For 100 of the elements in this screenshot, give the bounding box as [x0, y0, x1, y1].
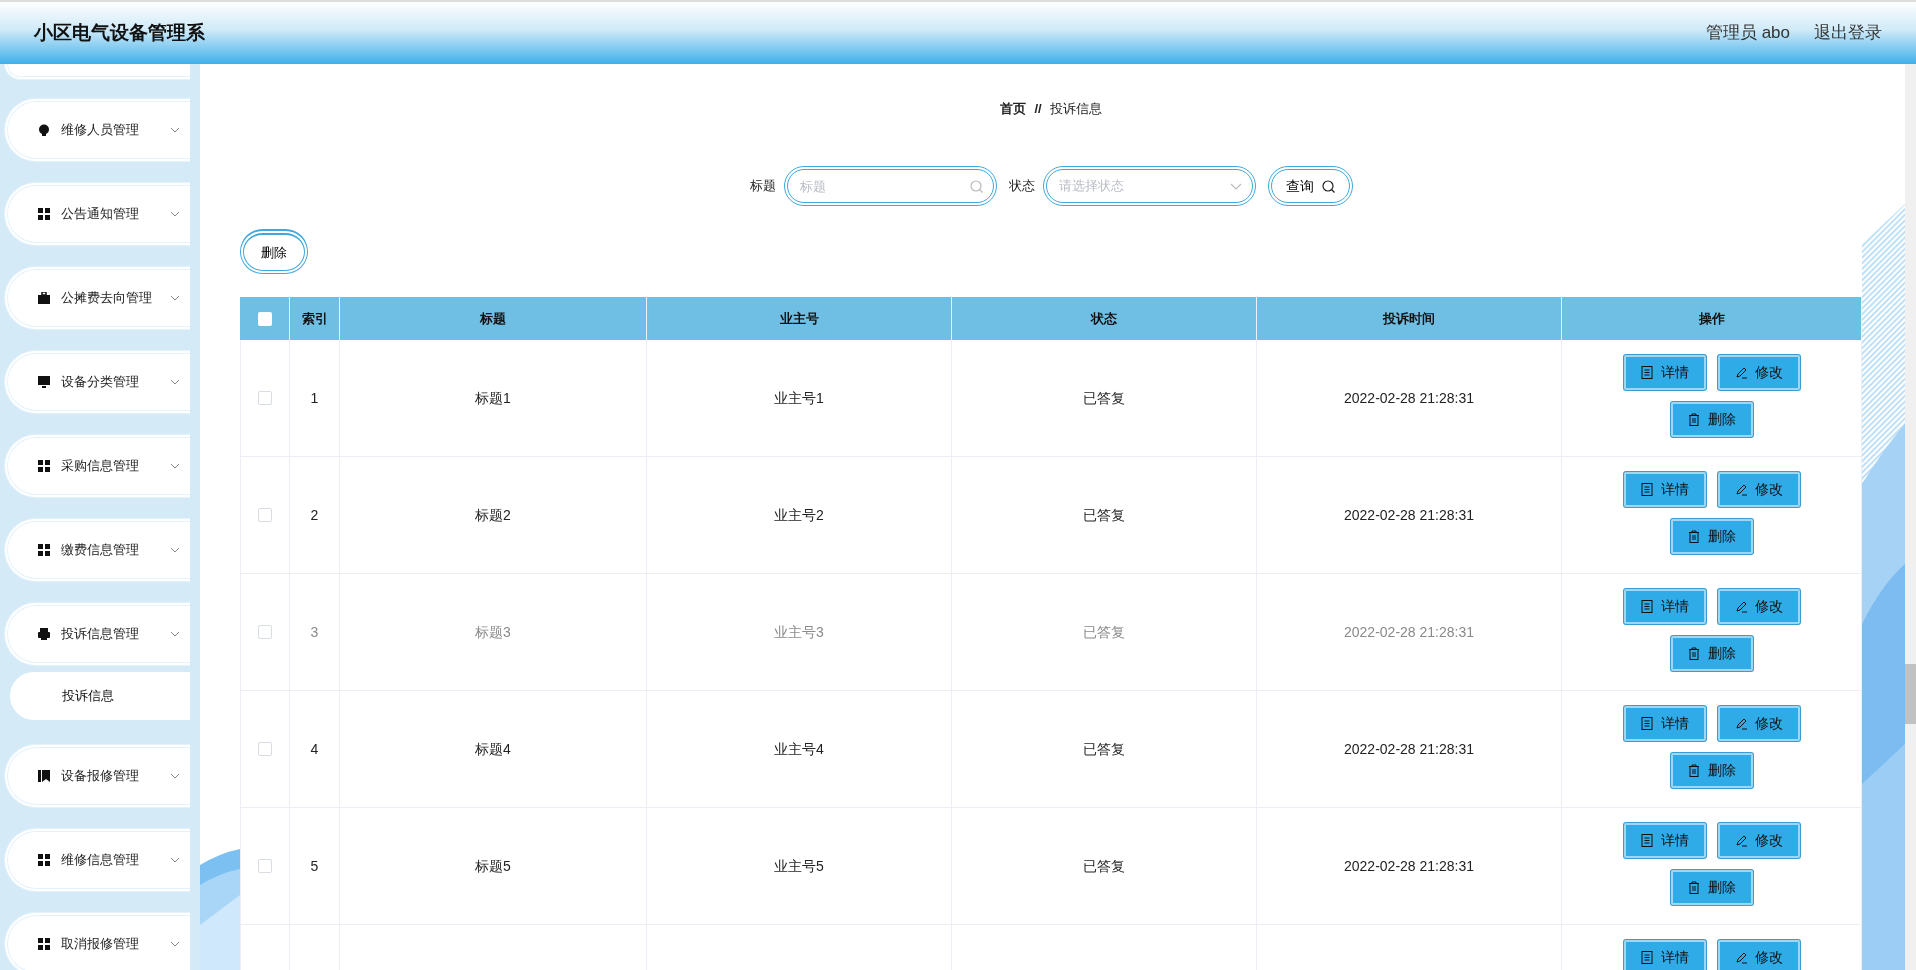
detail-button[interactable]: 详情	[1623, 355, 1706, 390]
chevron-down-icon	[170, 295, 180, 301]
edit-button[interactable]: 修改	[1717, 940, 1800, 970]
chevron-down-icon	[170, 631, 180, 637]
delete-button[interactable]: 删除	[1670, 519, 1753, 554]
menu-item[interactable]: 公告通知管理	[4, 182, 190, 246]
menu-item[interactable]: 公摊费去向管理	[4, 266, 190, 330]
menu-item[interactable]	[4, 64, 190, 80]
checkbox[interactable]	[257, 311, 272, 326]
document-icon	[1640, 600, 1653, 613]
table-cell-text: 1	[310, 388, 319, 408]
grid-icon	[38, 460, 50, 472]
table-cell-text: 3	[310, 622, 319, 642]
table-cell-text: 标题2	[475, 505, 511, 525]
breadcrumb-link[interactable]: 首页	[1000, 100, 1027, 118]
search-field[interactable]: 标题	[783, 166, 997, 206]
trash-icon	[1687, 530, 1700, 543]
table-cell-text: 业主号2	[774, 505, 824, 525]
trash-icon	[1687, 647, 1700, 660]
grid-icon	[38, 208, 50, 220]
detail-button[interactable]: 详情	[1623, 823, 1706, 858]
book-icon	[38, 770, 50, 782]
table-cell-text: 2022-02-28 21:28:31	[1344, 505, 1474, 525]
checkbox[interactable]	[258, 508, 272, 522]
trash-icon	[1687, 413, 1700, 426]
column-header: 操作	[1562, 297, 1862, 340]
search-icon	[969, 180, 983, 193]
menu-item[interactable]: 采购信息管理	[4, 434, 190, 498]
column-header: 投诉时间	[1257, 297, 1562, 340]
table-cell-text: 2022-02-28 21:28:31	[1344, 388, 1474, 408]
query-button[interactable]: 查询	[1267, 166, 1353, 206]
table-cell-text: 标题1	[475, 388, 511, 408]
user-name: 管理员 abo	[1705, 22, 1790, 45]
detail-button[interactable]: 详情	[1623, 472, 1706, 507]
app-title: 小区电气设备管理系	[34, 20, 205, 45]
chevron-down-icon	[170, 127, 180, 133]
detail-button[interactable]: 详情	[1623, 589, 1706, 624]
table-cell-text: 业主号1	[774, 388, 824, 408]
grid-icon	[38, 938, 50, 950]
chevron-down-icon	[170, 379, 180, 385]
chevron-down-icon	[170, 941, 180, 947]
menu-item[interactable]: 设备报修管理	[4, 744, 190, 808]
table-cell-text: 5	[310, 856, 319, 876]
checkbox[interactable]	[258, 625, 272, 639]
table-cell-text: 标题3	[475, 622, 511, 642]
table-cell-text: 业主号4	[774, 739, 824, 759]
pencil-icon	[1734, 600, 1747, 613]
edit-button[interactable]: 修改	[1717, 355, 1800, 390]
breadcrumb-current: 投诉信息	[1049, 100, 1102, 118]
edit-button[interactable]: 修改	[1717, 472, 1800, 507]
edit-button[interactable]: 修改	[1717, 589, 1800, 624]
chevron-down-icon	[170, 857, 180, 863]
column-header: 状态	[952, 297, 1257, 340]
pencil-icon	[1734, 717, 1747, 730]
table-cell-text: 业主号5	[774, 856, 824, 876]
detail-button[interactable]: 详情	[1623, 706, 1706, 741]
checkbox[interactable]	[258, 391, 272, 405]
document-icon	[1640, 951, 1653, 964]
pencil-icon	[1734, 483, 1747, 496]
table-cell-text: 业主号3	[774, 622, 824, 642]
pencil-icon	[1734, 951, 1747, 964]
column-header: 索引	[290, 297, 340, 340]
edit-button[interactable]: 修改	[1717, 823, 1800, 858]
breadcrumb-separator: //	[1034, 100, 1042, 118]
edit-button[interactable]: 修改	[1717, 706, 1800, 741]
delete-button[interactable]: 删除	[1670, 402, 1753, 437]
delete-button[interactable]: 删除	[240, 229, 308, 274]
table-cell-text: 已答复	[1083, 388, 1125, 408]
pencil-icon	[1734, 834, 1747, 847]
scrollbar[interactable]	[1905, 64, 1916, 970]
column-header: 业主号	[647, 297, 952, 340]
field-label: 标题	[749, 177, 776, 196]
pencil-icon	[1734, 366, 1747, 379]
menu-item[interactable]: 投诉信息管理	[4, 602, 190, 666]
delete-button[interactable]: 删除	[1670, 753, 1753, 788]
menu-item[interactable]: 缴费信息管理	[4, 518, 190, 582]
delete-button[interactable]: 删除	[1670, 870, 1753, 905]
table-cell-text: 4	[310, 739, 319, 759]
checkbox[interactable]	[258, 859, 272, 873]
menu-item[interactable]: 取消报修管理	[4, 912, 190, 970]
document-icon	[1640, 834, 1653, 847]
table-cell-text: 已答复	[1083, 622, 1125, 642]
table-cell-text: 标题5	[475, 856, 511, 876]
table-cell-text: 2022-02-28 21:28:31	[1344, 856, 1474, 876]
detail-button[interactable]: 详情	[1623, 940, 1706, 970]
submenu-item[interactable]: 投诉信息	[10, 672, 190, 720]
document-icon	[1640, 366, 1653, 379]
checkbox[interactable]	[258, 742, 272, 756]
logout-link[interactable]: 退出登录	[1814, 20, 1882, 46]
chevron-down-icon	[170, 773, 180, 779]
printer-icon	[38, 628, 50, 640]
menu-item[interactable]: 维修人员管理	[4, 98, 190, 162]
table-cell-text: 已答复	[1083, 739, 1125, 759]
grid-icon	[38, 854, 50, 866]
table-cell-text: 已答复	[1083, 505, 1125, 525]
table-cell-text: 2022-02-28 21:28:31	[1344, 739, 1474, 759]
menu-item[interactable]: 维修信息管理	[4, 828, 190, 892]
menu-item[interactable]: 设备分类管理	[4, 350, 190, 414]
trash-icon	[1687, 881, 1700, 894]
delete-button[interactable]: 删除	[1670, 636, 1753, 671]
